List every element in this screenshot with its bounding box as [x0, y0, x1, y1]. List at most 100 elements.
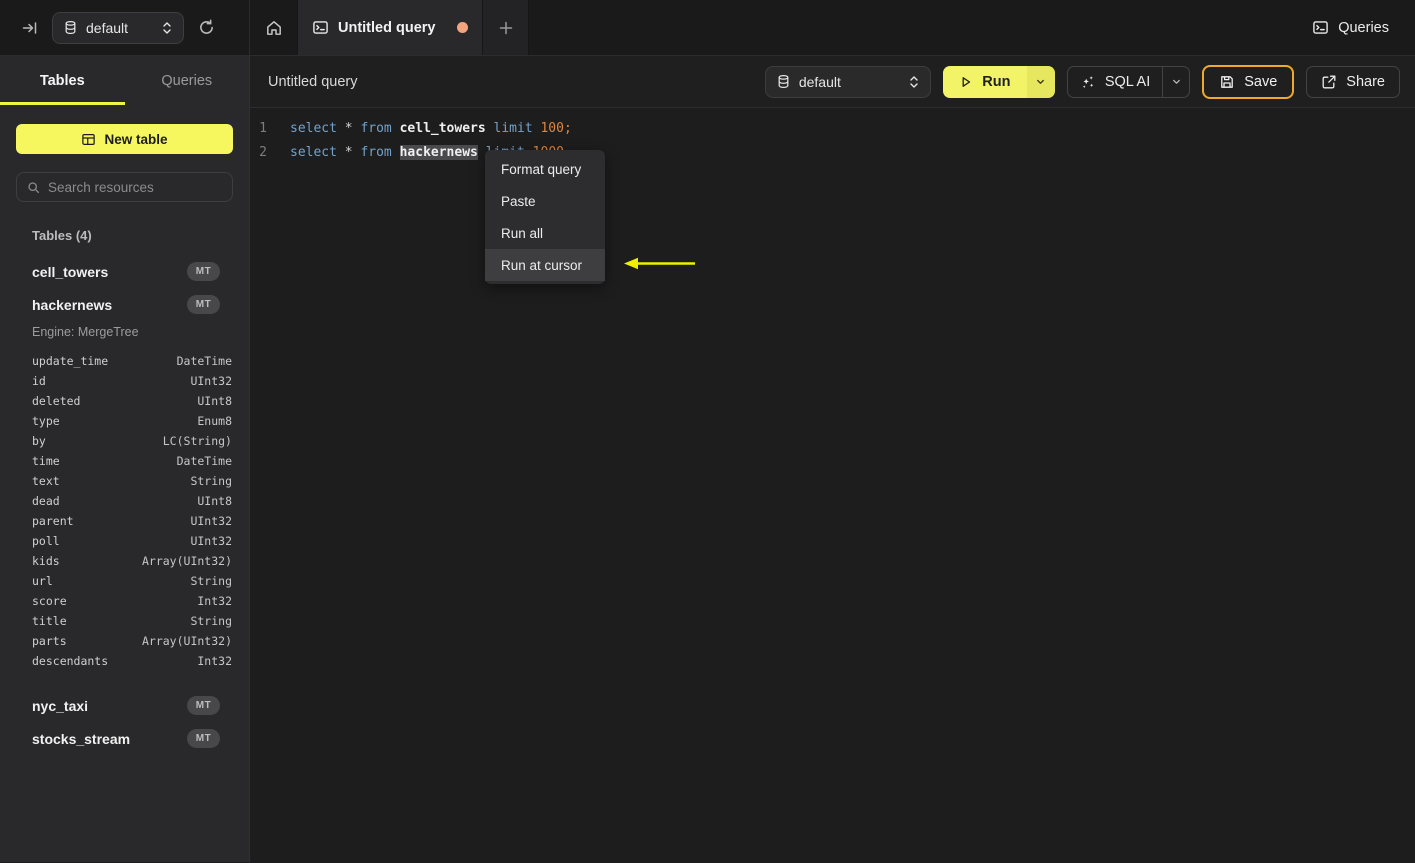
column-name: url: [32, 574, 53, 588]
column-type: UInt32: [190, 534, 232, 548]
table-name: hackernews: [32, 296, 113, 313]
table-name: cell_towers: [32, 263, 109, 280]
refresh-button[interactable]: [194, 15, 219, 40]
code-text: select * from cell_towers limit 100;: [276, 121, 572, 136]
column-type: Enum8: [197, 414, 232, 428]
column-row[interactable]: update_time DateTime: [0, 351, 249, 371]
queries-top-label: Queries: [1338, 19, 1389, 36]
sidebar-tabs: Tables Queries: [0, 56, 249, 105]
table-row-cell-towers[interactable]: cell_towers MT: [0, 255, 249, 288]
menu-item-format-query[interactable]: Format query: [485, 153, 605, 185]
column-type: UInt8: [197, 394, 232, 408]
new-tab-button[interactable]: [483, 0, 529, 55]
column-row[interactable]: by LC(String): [0, 431, 249, 451]
table-row-stocks-stream[interactable]: stocks_stream MT: [0, 722, 249, 755]
column-row[interactable]: id UInt32: [0, 371, 249, 391]
share-label: Share: [1346, 73, 1385, 90]
line-number: 2: [259, 144, 267, 160]
column-type: DateTime: [176, 454, 232, 468]
menu-item-paste[interactable]: Paste: [485, 185, 605, 217]
column-row[interactable]: dead UInt8: [0, 491, 249, 511]
code-token: *: [344, 144, 361, 160]
column-name: score: [32, 594, 67, 608]
main-area: Untitled query default Run SQL AI Save S…: [250, 56, 1415, 862]
sparkles-icon: [1080, 74, 1096, 90]
table-row-nyc-taxi[interactable]: nyc_taxi MT: [0, 689, 249, 722]
column-row[interactable]: title String: [0, 611, 249, 631]
sql-ai-split-button: SQL AI: [1066, 65, 1191, 98]
collapse-sidebar-icon: [22, 20, 38, 36]
editor-header: Untitled query default Run SQL AI Save S…: [250, 56, 1415, 108]
column-name: parent: [32, 514, 74, 528]
active-tab-underline: [0, 102, 125, 105]
code-line-2[interactable]: 2 select * from hackernews limit 1000: [250, 140, 1415, 164]
database-selector-top[interactable]: default: [52, 11, 184, 44]
menu-item-run-all[interactable]: Run all: [485, 217, 605, 249]
column-type: Int32: [197, 654, 232, 668]
home-button[interactable]: [250, 0, 297, 55]
tab-untitled-query[interactable]: Untitled query: [297, 0, 483, 55]
queries-top-button[interactable]: Queries: [1312, 0, 1389, 55]
refresh-icon: [198, 19, 215, 36]
query-title: Untitled query: [268, 73, 358, 90]
column-name: by: [32, 434, 46, 448]
sql-ai-options-button[interactable]: [1163, 67, 1189, 97]
run-button[interactable]: Run: [942, 65, 1027, 98]
column-name: id: [32, 374, 46, 388]
column-name: update_time: [32, 354, 109, 368]
sql-ai-button[interactable]: SQL AI: [1068, 67, 1162, 97]
column-row[interactable]: kids Array(UInt32): [0, 551, 249, 571]
run-label: Run: [982, 73, 1011, 90]
column-type: Array(UInt32): [141, 634, 232, 648]
sql-editor[interactable]: 1 select * from cell_towers limit 100; 2…: [250, 108, 1415, 862]
column-row[interactable]: parts Array(UInt32): [0, 631, 249, 651]
column-row[interactable]: descendants Int32: [0, 651, 249, 671]
column-row[interactable]: time DateTime: [0, 451, 249, 471]
save-label: Save: [1244, 73, 1278, 90]
tab-label: Untitled query: [338, 19, 436, 36]
column-type: UInt8: [197, 494, 232, 508]
column-type: String: [190, 614, 232, 628]
editor-context-menu: Format query Paste Run all Run at cursor: [485, 150, 605, 284]
play-icon: [959, 75, 973, 89]
query-tab-icon: [312, 19, 329, 36]
collapse-sidebar-button[interactable]: [18, 16, 42, 40]
code-token: hackernews: [399, 144, 478, 160]
database-selector-toolbar[interactable]: default: [764, 65, 931, 98]
search-input[interactable]: [48, 179, 225, 195]
share-icon: [1321, 74, 1337, 90]
column-row[interactable]: url String: [0, 571, 249, 591]
code-token: cell_towers: [399, 120, 494, 136]
topbar-left-section: default: [0, 0, 250, 55]
column-row[interactable]: type Enum8: [0, 411, 249, 431]
column-type: String: [190, 474, 232, 488]
code-token: *: [344, 120, 361, 136]
column-name: dead: [32, 494, 60, 508]
column-name: descendants: [32, 654, 109, 668]
sidebar-tab-queries[interactable]: Queries: [125, 56, 250, 105]
sidebar: Tables Queries New table Tables (4) cell…: [0, 56, 250, 862]
chevron-updown-icon: [161, 21, 173, 35]
table-row-hackernews[interactable]: hackernews MT: [0, 288, 249, 321]
top-bar: default Untitled query Queries: [0, 0, 1415, 56]
column-row[interactable]: deleted UInt8: [0, 391, 249, 411]
share-button[interactable]: Share: [1306, 65, 1400, 98]
tables-section-label: Tables (4): [32, 228, 92, 243]
column-type: DateTime: [176, 354, 232, 368]
sql-ai-label: SQL AI: [1104, 73, 1151, 90]
column-name: title: [32, 614, 67, 628]
menu-item-run-at-cursor[interactable]: Run at cursor: [485, 249, 605, 281]
column-name: kids: [32, 554, 60, 568]
code-line-1[interactable]: 1 select * from cell_towers limit 100;: [250, 116, 1415, 140]
column-row[interactable]: poll UInt32: [0, 531, 249, 551]
column-name: poll: [32, 534, 60, 548]
table-grid-icon: [81, 132, 96, 147]
column-row[interactable]: parent UInt32: [0, 511, 249, 531]
column-row[interactable]: text String: [0, 471, 249, 491]
sidebar-tab-tables[interactable]: Tables: [0, 56, 125, 105]
save-button[interactable]: Save: [1202, 64, 1295, 99]
run-options-button[interactable]: [1026, 65, 1055, 98]
new-table-button[interactable]: New table: [16, 124, 233, 154]
column-row[interactable]: score Int32: [0, 591, 249, 611]
